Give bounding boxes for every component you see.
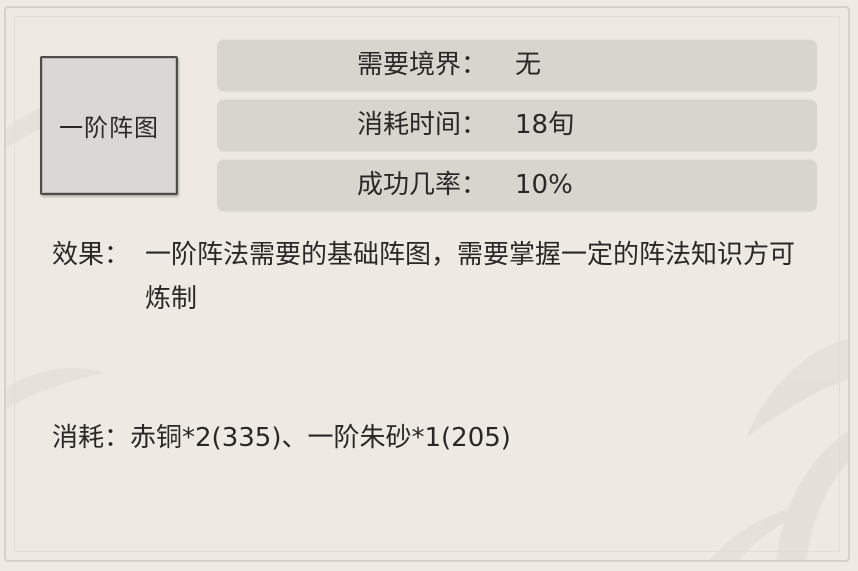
stat-value-required-realm: 无 [515, 50, 542, 80]
stat-label-time-cost: 消耗时间： [356, 110, 487, 140]
cost-label: 消耗： [52, 423, 131, 453]
effect-description: 一阶阵法需要的基础阵图，需要掌握一定的阵法知识方可炼制 [145, 240, 796, 314]
stat-row-time-cost: 消耗时间： 18旬 [217, 99, 817, 151]
effect-label: 效果： [52, 240, 131, 270]
cost-section: 消耗：赤铜*2(335)、一阶朱砂*1(205) [52, 416, 511, 460]
item-name: 一阶阵图 [59, 114, 159, 142]
stat-row-required-realm: 需要境界： 无 [217, 39, 817, 91]
stat-label-required-realm: 需要境界： [356, 50, 487, 80]
item-icon-slot[interactable]: 一阶阵图 [40, 56, 178, 195]
cost-materials: 赤铜*2(335)、一阶朱砂*1(205) [130, 423, 511, 453]
stat-value-success-rate: 10% [515, 170, 573, 200]
stat-value-time-cost: 18旬 [515, 110, 575, 140]
stat-label-success-rate: 成功几率： [356, 170, 487, 200]
stat-row-success-rate: 成功几率： 10% [217, 159, 817, 211]
